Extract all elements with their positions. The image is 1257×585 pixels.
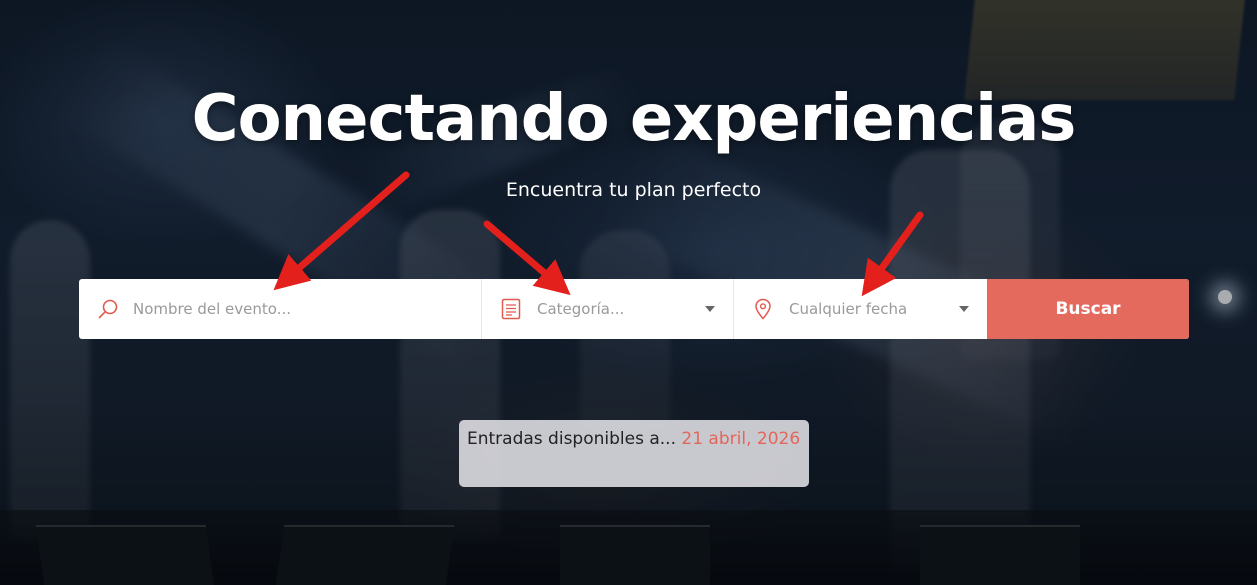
search-button[interactable]: Buscar <box>987 279 1189 339</box>
tickets-available-banner: Entradas disponibles a... 21 abril, 2026 <box>459 420 809 487</box>
caret-down-icon <box>705 306 715 312</box>
hero-subtitle: Encuentra tu plan perfecto <box>505 179 762 201</box>
category-placeholder: Categoría... <box>537 300 625 318</box>
list-icon <box>501 298 521 320</box>
date-placeholder: Cualquier fecha <box>789 300 908 318</box>
tickets-available-date[interactable]: 21 abril, 2026 <box>681 429 800 449</box>
location-pin-icon <box>755 298 771 320</box>
event-name-field[interactable]: Nombre del evento... <box>79 279 482 339</box>
tickets-available-label: Entradas disponibles a... <box>467 429 676 449</box>
date-select[interactable]: Cualquier fecha <box>734 279 987 339</box>
hero-title: Conectando experiencias <box>191 82 1077 156</box>
search-icon <box>98 299 118 319</box>
event-search-form: Nombre del evento... Categoría... Cualqu… <box>79 279 1189 339</box>
event-name-placeholder: Nombre del evento... <box>133 300 291 318</box>
category-select[interactable]: Categoría... <box>482 279 734 339</box>
caret-down-icon <box>959 306 969 312</box>
